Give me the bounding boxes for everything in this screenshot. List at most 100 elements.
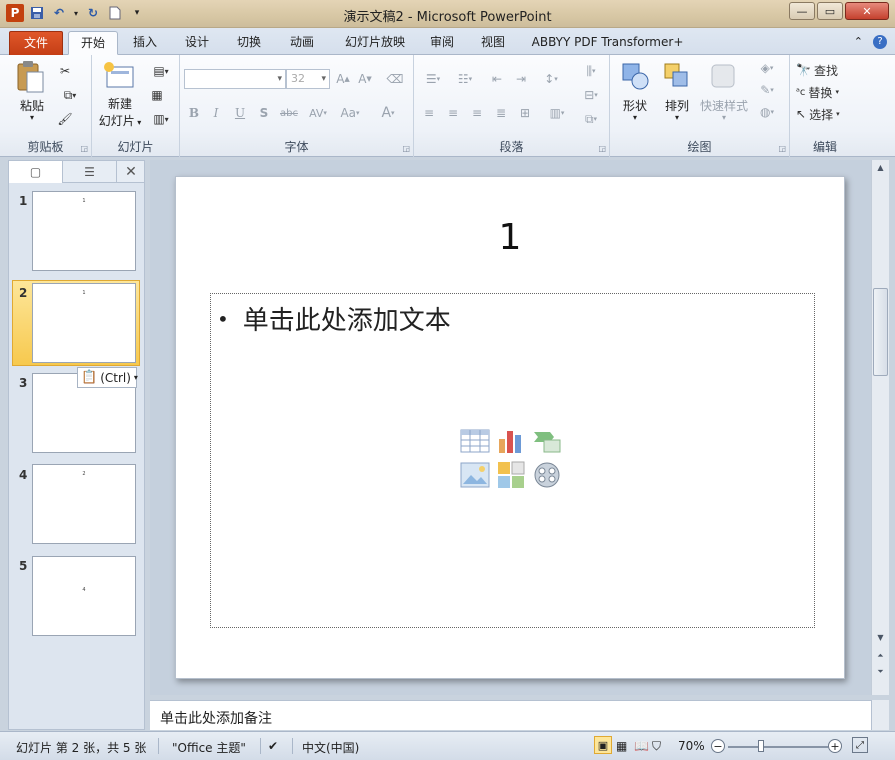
copy-icon[interactable]: ⧉ ▾ xyxy=(56,87,84,103)
align-right-icon[interactable]: ≡ xyxy=(468,103,486,123)
font-color-icon[interactable]: A ▾ xyxy=(376,103,400,123)
notes-placeholder[interactable]: 单击此处添加备注 xyxy=(160,708,272,728)
replace-button[interactable]: ᵃc 替换 ▾ xyxy=(796,83,856,101)
minimize-button[interactable]: — xyxy=(789,2,815,20)
new-slide-button[interactable]: 新建 xyxy=(96,95,144,112)
arrange-button[interactable]: 排列 xyxy=(656,97,698,114)
reading-view-icon[interactable]: 📖 xyxy=(634,739,649,753)
reset-slide-icon[interactable]: ▦ xyxy=(148,87,166,103)
tab-abbyy[interactable]: ABBYY PDF Transformer+ xyxy=(525,31,690,55)
tab-outline[interactable]: ☰ xyxy=(63,161,117,183)
previous-slide-icon[interactable]: ⏶ xyxy=(873,648,888,663)
scrollbar-thumb[interactable] xyxy=(873,288,888,376)
content-placeholder[interactable]: • 单击此处添加文本 xyxy=(210,293,815,628)
bold-icon[interactable]: B xyxy=(186,103,202,123)
text-direction-icon[interactable]: ⫼ ▾ xyxy=(578,61,604,81)
line-spacing-icon[interactable]: ↕ ▾ xyxy=(538,69,564,89)
new-slide-dropdown[interactable]: 幻灯片 ▾ xyxy=(92,112,148,129)
scroll-down-icon[interactable]: ▼ xyxy=(873,630,888,645)
slide-sorter-icon[interactable]: ▦ xyxy=(616,739,627,753)
bullets-icon[interactable]: ☰ ▾ xyxy=(420,69,446,89)
vertical-scrollbar[interactable]: ▲ ▼ ⏶ ⏷ xyxy=(871,160,889,695)
arrange-icon[interactable] xyxy=(660,59,694,93)
paste-options-button[interactable]: 📋 (Ctrl) ▾ xyxy=(77,367,138,388)
section-icon[interactable]: ▥ ▾ xyxy=(148,111,174,127)
text-shadow-icon[interactable]: S xyxy=(256,103,272,123)
current-slide[interactable]: 1 • 单击此处添加文本 xyxy=(175,176,845,679)
tab-design[interactable]: 设计 xyxy=(175,31,219,55)
insert-smartart-icon[interactable] xyxy=(531,426,563,456)
slide-thumbnail-4[interactable]: 2 xyxy=(32,464,136,544)
zoom-slider-knob[interactable] xyxy=(758,740,765,752)
tab-file[interactable]: 文件 xyxy=(9,31,63,55)
italic-icon[interactable]: I xyxy=(208,103,224,123)
underline-icon[interactable]: U xyxy=(232,103,248,123)
insert-picture-icon[interactable] xyxy=(459,460,491,490)
ribbon-minimize-icon[interactable]: ⌃ xyxy=(854,35,863,49)
distributed-icon[interactable]: ⊞ xyxy=(516,103,534,123)
format-painter-icon[interactable]: 🖌 xyxy=(56,111,74,127)
tab-review[interactable]: 审阅 xyxy=(420,31,464,55)
tab-view[interactable]: 视图 xyxy=(471,31,515,55)
zoom-in-icon[interactable]: + xyxy=(828,739,842,753)
convert-smartart-icon[interactable]: ⧉ ▾ xyxy=(578,109,604,129)
tab-home[interactable]: 开始 xyxy=(68,31,118,55)
fit-to-window-icon[interactable]: ⤢ xyxy=(852,737,868,753)
shrink-font-icon[interactable]: A ▼ xyxy=(356,69,374,89)
new-slide-icon[interactable] xyxy=(102,59,136,93)
select-button[interactable]: ↖ 选择 ▾ xyxy=(796,105,856,123)
shapes-button[interactable]: 形状 xyxy=(614,97,656,114)
tab-slideshow[interactable]: 幻灯片放映 xyxy=(334,31,416,55)
columns-icon[interactable]: ▥ ▾ xyxy=(544,103,570,123)
slide-thumbnail-1[interactable]: 1 xyxy=(32,191,136,271)
language-status[interactable]: 中文(中国) xyxy=(302,739,359,756)
font-launcher-icon[interactable]: ◲ xyxy=(402,144,410,153)
paragraph-launcher-icon[interactable]: ◲ xyxy=(598,144,606,153)
quick-styles-icon[interactable] xyxy=(706,59,740,93)
help-icon[interactable]: ? xyxy=(873,35,887,49)
quick-styles-dropdown-icon[interactable]: ▾ xyxy=(698,113,750,122)
clear-formatting-icon[interactable]: ⌫ xyxy=(386,69,404,89)
align-text-icon[interactable]: ⊟ ▾ xyxy=(578,85,604,105)
font-name-combo[interactable]: ▾ xyxy=(184,69,286,89)
zoom-out-icon[interactable]: − xyxy=(711,739,725,753)
slide-thumbnail-5[interactable]: 4 xyxy=(32,556,136,636)
shapes-icon[interactable] xyxy=(618,59,652,93)
insert-table-icon[interactable] xyxy=(459,426,491,456)
find-button[interactable]: 🔭 查找 xyxy=(796,61,856,79)
insert-media-icon[interactable] xyxy=(531,460,563,490)
quick-styles-button[interactable]: 快速样式 xyxy=(698,97,750,114)
zoom-level[interactable]: 70% xyxy=(678,739,705,753)
shape-outline-icon[interactable]: ✎ ▾ xyxy=(754,81,780,99)
drawing-launcher-icon[interactable]: ◲ xyxy=(778,144,786,153)
slide-title[interactable]: 1 xyxy=(176,217,844,258)
arrange-dropdown-icon[interactable]: ▾ xyxy=(656,113,698,122)
tab-transitions[interactable]: 切换 xyxy=(226,31,272,55)
shape-fill-icon[interactable]: ◈ ▾ xyxy=(754,59,780,77)
strikethrough-icon[interactable]: abc xyxy=(278,103,300,123)
paste-icon[interactable] xyxy=(12,59,48,95)
font-size-combo[interactable]: 32 ▾ xyxy=(286,69,330,89)
align-center-icon[interactable]: ≡ xyxy=(444,103,462,123)
next-slide-icon[interactable]: ⏷ xyxy=(873,664,888,679)
spell-check-icon[interactable]: ✔ xyxy=(268,739,278,753)
paste-button[interactable]: 粘贴 xyxy=(10,97,54,114)
tab-animations[interactable]: 动画 xyxy=(279,31,325,55)
cut-icon[interactable]: ✂ xyxy=(56,63,74,79)
close-button[interactable]: ✕ xyxy=(845,2,889,20)
clipboard-launcher-icon[interactable]: ◲ xyxy=(80,144,88,153)
insert-chart-icon[interactable] xyxy=(495,426,527,456)
decrease-indent-icon[interactable]: ⇤ xyxy=(488,69,506,89)
insert-clipart-icon[interactable] xyxy=(495,460,527,490)
layout-icon[interactable]: ▤ ▾ xyxy=(148,63,174,79)
shapes-dropdown-icon[interactable]: ▾ xyxy=(614,113,656,122)
scroll-up-icon[interactable]: ▲ xyxy=(873,160,888,175)
slide-thumbnail-2[interactable]: 1 xyxy=(32,283,136,363)
tab-slides-thumbnails[interactable]: ▢ xyxy=(9,161,63,183)
numbering-icon[interactable]: ☷ ▾ xyxy=(452,69,478,89)
slideshow-icon[interactable]: ⛉ xyxy=(652,739,661,754)
zoom-slider[interactable] xyxy=(728,740,828,752)
normal-view-icon[interactable]: ▣ xyxy=(594,736,612,754)
justify-icon[interactable]: ≣ xyxy=(492,103,510,123)
tab-insert[interactable]: 插入 xyxy=(122,31,168,55)
